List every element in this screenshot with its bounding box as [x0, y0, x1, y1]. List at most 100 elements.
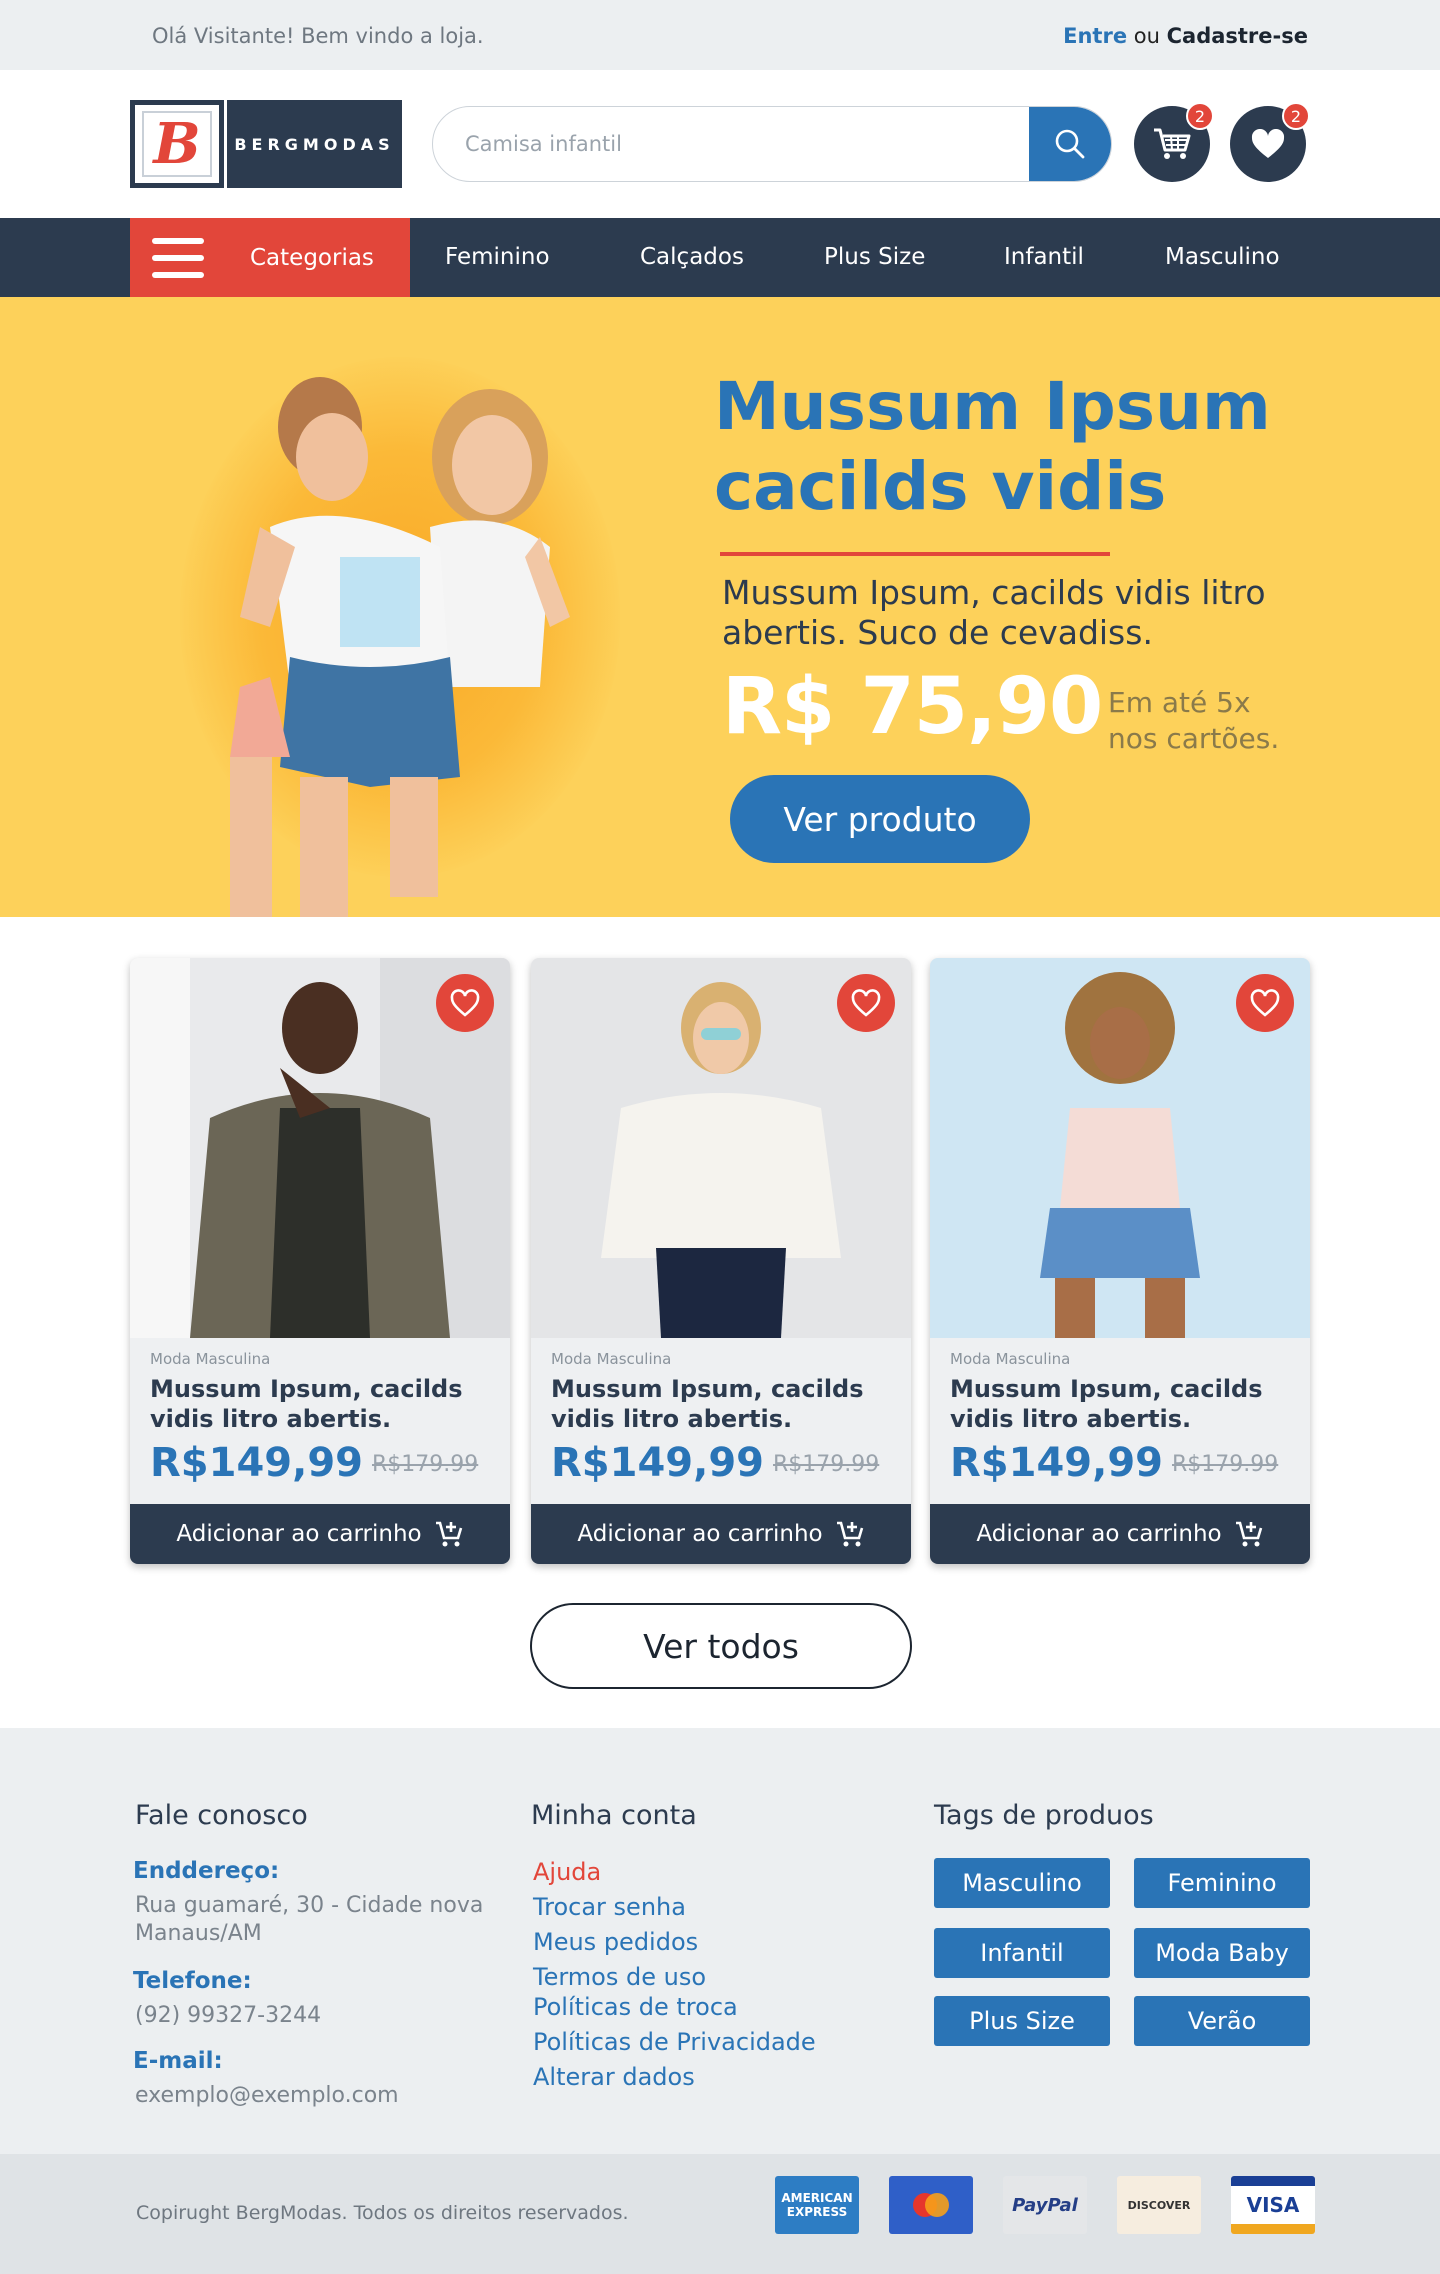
account-link-terms[interactable]: Termos de uso [533, 1963, 706, 1991]
heart-icon [450, 989, 480, 1017]
address-line-2: Manaus/AM [135, 1921, 262, 1946]
add-to-cart-button[interactable]: Adicionar ao carrinho [930, 1504, 1310, 1564]
cart-icon [1154, 128, 1191, 159]
top-bar: Olá Visitante! Bem vindo a loja. Entre o… [0, 0, 1440, 70]
phone-label: Telefone: [133, 1968, 252, 1994]
tag-verao[interactable]: Verão [1134, 1996, 1310, 2046]
discover-icon: DISCOVER [1117, 2176, 1201, 2234]
hero-title: Mussum Ipsum cacilds vidis [714, 368, 1271, 525]
search-bar [432, 106, 1112, 182]
nav-item-feminino[interactable]: Feminino [445, 218, 550, 297]
tag-moda-baby[interactable]: Moda Baby [1134, 1928, 1310, 1978]
logo-letter: B [142, 111, 212, 177]
tag-plus-size[interactable]: Plus Size [934, 1996, 1110, 2046]
add-to-cart-button[interactable]: Adicionar ao carrinho [130, 1504, 510, 1564]
account-link-change-password[interactable]: Trocar senha [533, 1893, 686, 1921]
product-card[interactable]: Moda Masculina Mussum Ipsum, cacilds vid… [531, 958, 911, 1564]
discover-label: DISCOVER [1127, 2198, 1191, 2212]
amex-label: AMERICAN EXPRESS [781, 2191, 853, 2219]
tag-masculino[interactable]: Masculino [934, 1858, 1110, 1908]
add-to-cart-label: Adicionar ao carrinho [176, 1521, 422, 1547]
product-card[interactable]: Moda Masculina Mussum Ipsum, cacilds vid… [130, 958, 510, 1564]
tag-feminino[interactable]: Feminino [1134, 1858, 1310, 1908]
paypal-icon: PayPal [1003, 2176, 1087, 2234]
visa-icon: VISA [1231, 2176, 1315, 2234]
product-title[interactable]: Mussum Ipsum, cacilds vidis litro aberti… [150, 1374, 490, 1434]
account-link-edit-data[interactable]: Alterar dados [533, 2063, 695, 2091]
nav-item-calcados[interactable]: Calçados [640, 218, 744, 297]
hero-price: R$ 75,90 [722, 662, 1103, 752]
view-product-button[interactable]: Ver produto [730, 775, 1030, 863]
account-link-orders[interactable]: Meus pedidos [533, 1928, 698, 1956]
tag-infantil[interactable]: Infantil [934, 1928, 1110, 1978]
heart-icon [851, 989, 881, 1017]
nav-item-infantil[interactable]: Infantil [1004, 218, 1084, 297]
visa-label: VISA [1246, 2193, 1300, 2217]
hero-banner: Mussum Ipsum cacilds vidis Mussum Ipsum,… [0, 297, 1440, 917]
address-line-1: Rua guamaré, 30 - Cidade nova [135, 1893, 484, 1918]
product-price: R$149,99 [551, 1440, 764, 1486]
menu-icon [152, 237, 204, 278]
product-category: Moda Masculina [150, 1350, 271, 1368]
nav-item-masculino[interactable]: Masculino [1165, 218, 1280, 297]
product-title[interactable]: Mussum Ipsum, cacilds vidis litro aberti… [950, 1374, 1290, 1434]
page: { "topbar": { "greeting": "Olá Visitante… [0, 0, 1440, 2274]
wishlist-count-badge: 2 [1282, 102, 1310, 130]
heart-icon [1250, 989, 1280, 1017]
auth-separator: ou [1133, 24, 1160, 48]
search-input[interactable] [433, 107, 1033, 181]
product-title[interactable]: Mussum Ipsum, cacilds vidis litro aberti… [551, 1374, 891, 1434]
account-link-exchange-policy[interactable]: Políticas de troca [533, 1993, 738, 2021]
logo-text: BERGMODAS [227, 100, 402, 188]
account-heading: Minha conta [531, 1800, 697, 1831]
bottom-bar: Copirught BergModas. Todos os direitos r… [0, 2154, 1440, 2274]
wishlist-button[interactable]: 2 [1230, 102, 1310, 182]
hero-subtitle: Mussum Ipsum, cacilds vidis litro aberti… [722, 573, 1266, 652]
account-link-help[interactable]: Ajuda [533, 1858, 601, 1886]
search-icon [1055, 129, 1085, 159]
product-card[interactable]: Moda Masculina Mussum Ipsum, cacilds vid… [930, 958, 1310, 1564]
categories-label: Categorias [250, 244, 374, 271]
add-to-cart-icon [435, 1521, 462, 1547]
heart-icon [1251, 129, 1285, 158]
auth-links: Entre ou Cadastre-se [1063, 24, 1308, 48]
favorite-button[interactable] [837, 974, 895, 1032]
product-price: R$149,99 [150, 1440, 363, 1486]
cart-count-badge: 2 [1186, 102, 1214, 130]
add-to-cart-label: Adicionar ao carrinho [577, 1521, 823, 1547]
product-category: Moda Masculina [950, 1350, 1071, 1368]
footer: Fale conosco Enddereço: Rua guamaré, 30 … [0, 1728, 1440, 2154]
categories-button[interactable]: Categorias [130, 218, 410, 297]
logo-mark: B [130, 100, 224, 188]
hero-divider [720, 552, 1110, 556]
mastercard-icon [889, 2176, 973, 2234]
phone-value: (92) 99327-3244 [135, 2003, 322, 2028]
see-all-button[interactable]: Ver todos [530, 1603, 912, 1689]
nav-item-plus-size[interactable]: Plus Size [824, 218, 925, 297]
product-old-price: R$179.99 [773, 1452, 880, 1477]
product-old-price: R$179.99 [372, 1452, 479, 1477]
favorite-button[interactable] [1236, 974, 1294, 1032]
add-to-cart-label: Adicionar ao carrinho [976, 1521, 1222, 1547]
product-price: R$149,99 [950, 1440, 1163, 1486]
copyright-text: Copirught BergModas. Todos os direitos r… [136, 2202, 629, 2224]
logo[interactable]: B BERGMODAS [130, 100, 402, 188]
account-link-privacy-policy[interactable]: Políticas de Privacidade [533, 2028, 816, 2056]
welcome-text: Olá Visitante! Bem vindo a loja. [152, 24, 484, 48]
product-category: Moda Masculina [551, 1350, 672, 1368]
signup-link[interactable]: Cadastre-se [1167, 24, 1308, 48]
hero-installments: Em até 5x nos cartões. [1108, 686, 1280, 755]
product-old-price: R$179.99 [1172, 1452, 1279, 1477]
add-to-cart-button[interactable]: Adicionar ao carrinho [531, 1504, 911, 1564]
search-button[interactable] [1029, 107, 1111, 181]
address-label: Enddereço: [133, 1858, 280, 1884]
login-link[interactable]: Entre [1063, 24, 1127, 48]
contact-heading: Fale conosco [135, 1800, 308, 1831]
paypal-label: PayPal [1012, 2194, 1078, 2216]
email-value: exemplo@exemplo.com [135, 2083, 399, 2108]
favorite-button[interactable] [436, 974, 494, 1032]
header: B BERGMODAS 2 2 [0, 70, 1440, 218]
cart-button[interactable]: 2 [1134, 102, 1214, 182]
hero-image [230, 377, 570, 917]
add-to-cart-icon [1235, 1521, 1262, 1547]
